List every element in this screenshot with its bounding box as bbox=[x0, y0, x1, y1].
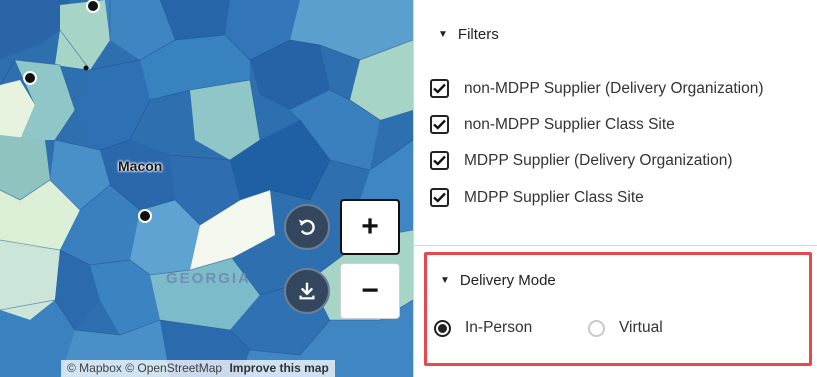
filter-mdpp-class-site[interactable]: MDPP Supplier Class Site bbox=[430, 188, 644, 207]
checkbox-label: MDPP Supplier Class Site bbox=[464, 188, 644, 206]
checkbox[interactable] bbox=[430, 79, 449, 98]
check-icon bbox=[433, 83, 446, 94]
improve-map-link[interactable]: Improve this map bbox=[229, 361, 328, 375]
download-button[interactable] bbox=[284, 268, 330, 314]
state-label-georgia: GEORGIA bbox=[166, 270, 251, 287]
caret-down-icon: ▼ bbox=[438, 29, 448, 40]
map-view[interactable]: Macon GEORGIA + − © Mapbox © OpenStreetM… bbox=[0, 0, 413, 377]
city-label-macon: Macon bbox=[118, 158, 163, 174]
section-divider bbox=[413, 245, 817, 246]
plus-icon: + bbox=[361, 210, 379, 243]
checkbox[interactable] bbox=[430, 188, 449, 207]
zoom-in-button[interactable]: + bbox=[340, 199, 400, 255]
checkbox-label: MDPP Supplier (Delivery Organization) bbox=[464, 151, 733, 169]
check-icon bbox=[433, 192, 446, 203]
minus-icon: − bbox=[361, 274, 379, 307]
highlight-annotation bbox=[424, 252, 812, 366]
checkbox-label: non-MDPP Supplier Class Site bbox=[464, 115, 675, 133]
checkbox-label: non-MDPP Supplier (Delivery Organization… bbox=[464, 79, 764, 97]
county-choropleth bbox=[0, 0, 413, 377]
attribution-text[interactable]: © Mapbox © OpenStreetMap bbox=[67, 361, 222, 375]
checkbox[interactable] bbox=[430, 151, 449, 170]
map-attribution: © Mapbox © OpenStreetMap Improve this ma… bbox=[61, 360, 335, 377]
filter-non-mdpp-class-site[interactable]: non-MDPP Supplier Class Site bbox=[430, 115, 675, 134]
check-icon bbox=[433, 155, 446, 166]
filters-header[interactable]: ▼ Filters bbox=[438, 26, 499, 43]
filter-mdpp-supplier[interactable]: MDPP Supplier (Delivery Organization) bbox=[430, 151, 732, 170]
download-icon bbox=[299, 282, 315, 300]
checkbox[interactable] bbox=[430, 115, 449, 134]
reset-view-button[interactable] bbox=[284, 204, 330, 250]
zoom-out-button[interactable]: − bbox=[340, 263, 400, 319]
check-icon bbox=[433, 119, 446, 130]
filter-non-mdpp-supplier[interactable]: non-MDPP Supplier (Delivery Organization… bbox=[430, 79, 764, 98]
filters-title: Filters bbox=[457, 26, 499, 43]
reset-icon bbox=[298, 219, 315, 235]
